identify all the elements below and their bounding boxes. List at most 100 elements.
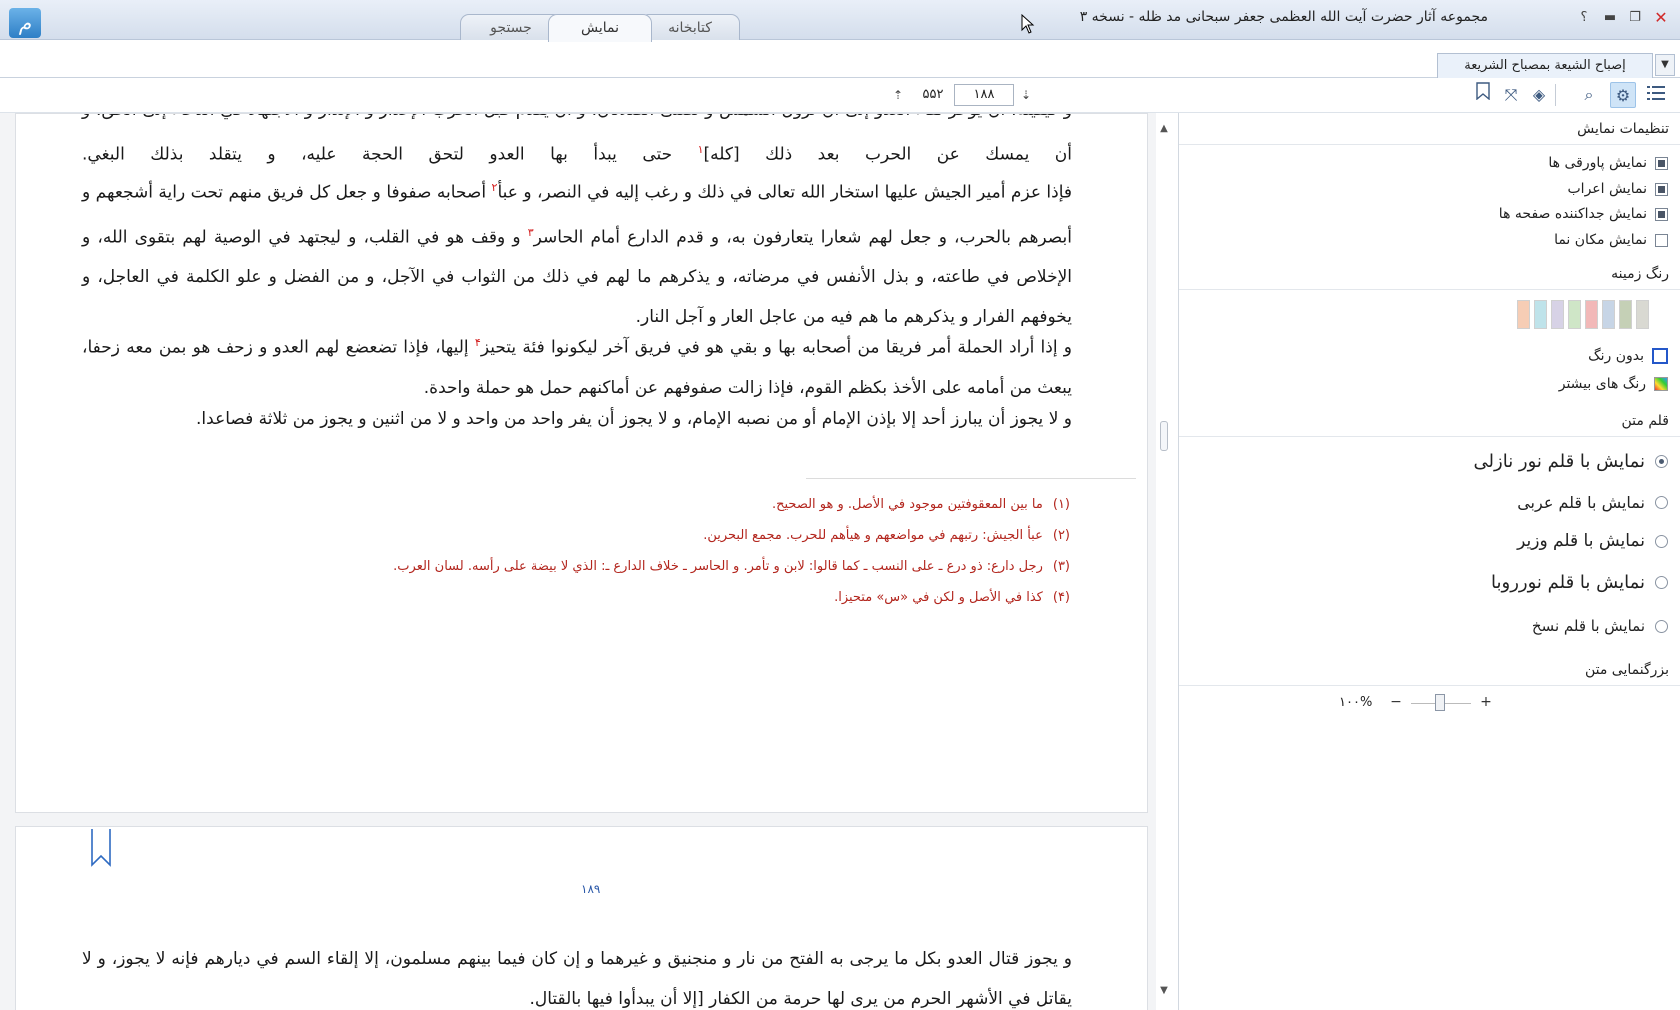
toolbar-divider [1555, 84, 1556, 106]
page-189: ۱۸۹ و يجوز قتال العدو بكل ما يرجى به الف… [15, 826, 1148, 1010]
color-swatch-5[interactable] [1568, 300, 1581, 329]
color-swatch-3[interactable] [1602, 300, 1615, 329]
no-color-option[interactable]: بدون رنگ [1588, 346, 1668, 366]
eraser-icon[interactable]: ◈ [1526, 82, 1552, 108]
more-colors-label: رنگ های بیشتر [1558, 376, 1646, 392]
search-icon[interactable]: ⌕ [1576, 82, 1602, 108]
color-swatches [1517, 300, 1649, 329]
color-swatch-1[interactable] [1636, 300, 1649, 329]
paragraph-1: و كيفيته: أن يؤخر لقاء العدو إلى أن تزول… [82, 114, 1072, 175]
color-swatch-6[interactable] [1551, 300, 1564, 329]
footnote-number: (۲) [1052, 528, 1070, 543]
tab-search[interactable]: جستجو [460, 14, 562, 41]
footnote-number: (۱) [1052, 497, 1070, 512]
checkbox-label: نمایش پاورقی ها [1548, 155, 1647, 171]
paragraph-2-text: فإذا عزم أمير الجيش عليها استخار الله تع… [497, 182, 1073, 203]
gear-icon[interactable]: ⚙ [1610, 82, 1636, 108]
bookmark-icon[interactable] [1470, 82, 1496, 108]
checkbox-label: نمایش اعراب [1567, 181, 1648, 197]
color-swatch-7[interactable] [1534, 300, 1547, 329]
footnote-1: (۱) ما بين المعقوفتين موجود في الأصل. و ه… [772, 497, 1070, 512]
radio-icon[interactable] [1655, 619, 1668, 633]
document-tab-strip: إصباح الشيعة بمصباح الشريعة [0, 40, 1680, 78]
checkbox-label: نمایش مکان نما [1554, 232, 1647, 248]
footnote-number: (۴) [1052, 590, 1070, 605]
font-option-nooroba[interactable]: نمایش با قلم نورروبا [1491, 572, 1668, 593]
checkbox-icon[interactable] [1655, 207, 1668, 221]
footnote-text: كذا في الأصل و لكن في «س» متحيزا. [834, 590, 1043, 605]
color-swatch-4[interactable] [1585, 300, 1598, 329]
scrollbar-thumb[interactable] [1160, 421, 1168, 451]
footnote-2: (۲) عبأ الجيش: رتبهم في مواضعهم و هيأهم ل… [703, 528, 1070, 543]
font-option-nazli[interactable]: نمایش با قلم نور نازلی [1474, 451, 1668, 472]
window-title: مجموعه آثار حضرت آیت الله العظمی جعفر سب… [1079, 9, 1488, 25]
bookmark-icon[interactable] [91, 829, 111, 867]
palette-icon[interactable] [1654, 377, 1668, 391]
list-icon-glyph [1647, 86, 1665, 100]
zoom-slider-thumb[interactable] [1435, 694, 1445, 711]
checkbox-label: نمایش جداکننده صفحه ها [1498, 206, 1647, 222]
font-option-naskh[interactable]: نمایش با قلم نسخ [1532, 617, 1668, 635]
paragraph-4: و لا يجوز أن يبارز أحد إلا بإذن الإمام أ… [196, 409, 1072, 429]
reader-area: و كيفيته: أن يؤخر لقاء العدو إلى أن تزول… [0, 113, 1160, 1010]
checkbox-icon[interactable] [1655, 233, 1668, 247]
list-icon[interactable] [1643, 82, 1669, 108]
text-font-header: قلم متن [1179, 405, 1680, 437]
page-number: ۱۸۹ [581, 882, 601, 896]
page-number-input[interactable]: ۱۸۸ [954, 84, 1014, 106]
font-option-arabic[interactable]: نمایش با قلم عربی [1517, 493, 1668, 512]
tab-library[interactable]: کتابخانه [640, 14, 740, 41]
fullscreen-icon[interactable]: ⤧ [1498, 82, 1524, 108]
tab-view[interactable]: نمایش [548, 14, 652, 42]
text-zoom-header: بزرگنمایی متن [1179, 654, 1680, 686]
radio-icon[interactable] [1655, 534, 1668, 548]
bookmark-outline-icon [1476, 82, 1490, 101]
next-page-icon[interactable]: ⇣ [1018, 85, 1034, 105]
checkbox-cursor[interactable]: نمایش مکان نما [1554, 230, 1668, 250]
paragraph-2: فإذا عزم أمير الجيش عليها استخار الله تع… [82, 168, 1072, 337]
color-swatch-8[interactable] [1517, 300, 1530, 329]
minimize-icon[interactable]: ▬ [1600, 8, 1620, 28]
settings-panel: تنظیمات نمایش نمایش پاورقی ها نمایش اعرا… [1178, 113, 1680, 1010]
chevron-down-icon: ▼ [1661, 59, 1669, 70]
paragraph-3: و إذا أراد الحملة أمر فريقا من أصحابه به… [82, 323, 1072, 408]
radio-icon[interactable] [1655, 496, 1668, 509]
total-pages: ۵۵۲ [922, 87, 944, 102]
footnote-text: ما بين المعقوفتين موجود في الأصل. و هو ا… [771, 497, 1043, 512]
document-list-dropdown[interactable]: ▼ [1655, 54, 1675, 76]
more-colors-option[interactable]: رنگ های بیشتر [1559, 374, 1668, 394]
restore-icon[interactable]: ❐ [1625, 8, 1645, 28]
logo-icon: م [9, 8, 41, 38]
no-color-swatch[interactable] [1652, 348, 1668, 364]
no-color-label: بدون رنگ [1588, 348, 1644, 364]
color-swatch-2[interactable] [1619, 300, 1632, 329]
paragraph-3-text: و إذا أراد الحملة أمر فريقا من أصحابه به… [480, 337, 1073, 358]
close-icon[interactable]: ✕ [1651, 8, 1671, 28]
font-option-vazir[interactable]: نمایش با قلم وزیر [1517, 531, 1668, 551]
help-icon[interactable]: ؟ [1574, 8, 1594, 28]
previous-page-icon[interactable]: ⇡ [890, 85, 906, 105]
checkbox-diacritics[interactable]: نمایش اعراب [1567, 179, 1668, 199]
footnote-divider [806, 478, 1136, 479]
scroll-up-icon[interactable]: ▲ [1157, 123, 1171, 134]
page-188: و كيفيته: أن يؤخر لقاء العدو إلى أن تزول… [15, 113, 1148, 813]
footnote-4: (۴) كذا في الأصل و لكن في «س» متحيزا. [834, 590, 1070, 605]
checkbox-icon[interactable] [1655, 182, 1668, 196]
scroll-down-icon[interactable]: ▼ [1157, 985, 1171, 996]
font-label: نمایش با قلم نورروبا [1491, 572, 1645, 593]
zoom-in-button[interactable]: + [1479, 695, 1493, 709]
font-label: نمایش با قلم وزیر [1517, 531, 1645, 551]
document-tab[interactable]: إصباح الشيعة بمصباح الشريعة [1437, 53, 1653, 78]
title-bar: م جستجو نمایش کتابخانه مجموعه آثار حضرت … [0, 0, 1680, 42]
zoom-out-button[interactable]: − [1389, 695, 1403, 709]
vertical-scrollbar[interactable]: ▲ ▼ [1156, 113, 1172, 1010]
checkbox-page-separators[interactable]: نمایش جداکننده صفحه ها [1499, 204, 1668, 224]
background-color-header: رنگ زمینه [1179, 258, 1680, 290]
radio-icon[interactable] [1655, 455, 1668, 468]
footnote-text: عبأ الجيش: رتبهم في مواضعهم و هيأهم للحر… [703, 528, 1043, 543]
footnote-number: (۳) [1052, 559, 1070, 574]
font-label: نمایش با قلم نور نازلی [1473, 451, 1645, 472]
checkbox-icon[interactable] [1655, 156, 1668, 170]
radio-icon[interactable] [1655, 576, 1668, 589]
checkbox-footnotes[interactable]: نمایش پاورقی ها [1548, 153, 1668, 173]
